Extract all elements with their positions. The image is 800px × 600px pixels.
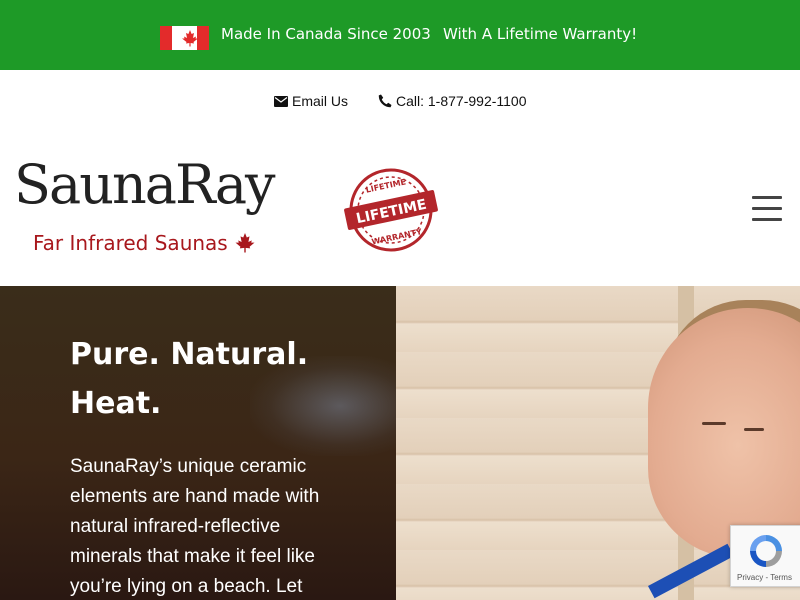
canada-flag-icon xyxy=(160,26,209,50)
hero-heading-line1: Pure. Natural. xyxy=(70,337,309,372)
menu-hamburger-icon[interactable] xyxy=(752,196,782,221)
hero-heading: Pure. Natural. Heat. xyxy=(70,330,350,428)
lifetime-warranty-text: With A Lifetime Warranty! xyxy=(443,25,638,43)
site-header: SaunaRay Far Infrared Saunas LIFETIME LI… xyxy=(0,132,800,286)
email-us-link[interactable]: Email Us xyxy=(274,93,348,109)
lifetime-warranty-seal: LIFETIME LIFETIME WARRANTY xyxy=(344,168,438,252)
announcement-bar: Made In Canada Since 2003 With A Lifetim… xyxy=(0,0,800,70)
call-phone-link[interactable]: Call: 1-877-992-1100 xyxy=(378,93,527,109)
hero-body-text: SaunaRay’s unique ceramic elements are h… xyxy=(70,456,320,597)
envelope-icon xyxy=(274,95,288,107)
hero-section: Pure. Natural. Heat. SaunaRay’s unique c… xyxy=(0,286,800,600)
recaptcha-links[interactable]: Privacy - Terms xyxy=(737,573,792,582)
call-label: Call: 1-877-992-1100 xyxy=(396,93,527,109)
brand-logo[interactable]: SaunaRay xyxy=(14,158,276,212)
made-in-canada-text: Made In Canada Since 2003 xyxy=(221,25,431,43)
recaptcha-icon xyxy=(750,535,782,567)
email-us-label: Email Us xyxy=(292,93,349,109)
tagline-text: Far Infrared Saunas xyxy=(33,231,228,255)
hero-heading-line2: Heat. xyxy=(70,386,162,421)
hero-text-panel: Pure. Natural. Heat. SaunaRay’s unique c… xyxy=(0,286,396,600)
seal-top-label: LIFETIME xyxy=(365,177,407,194)
maple-leaf-icon xyxy=(235,233,255,253)
contact-bar: Email Us Call: 1-877-992-1100 xyxy=(0,70,800,132)
phone-icon xyxy=(378,94,392,108)
brand-tagline: Far Infrared Saunas xyxy=(33,231,256,255)
recaptcha-badge[interactable]: Privacy - Terms xyxy=(730,525,800,587)
